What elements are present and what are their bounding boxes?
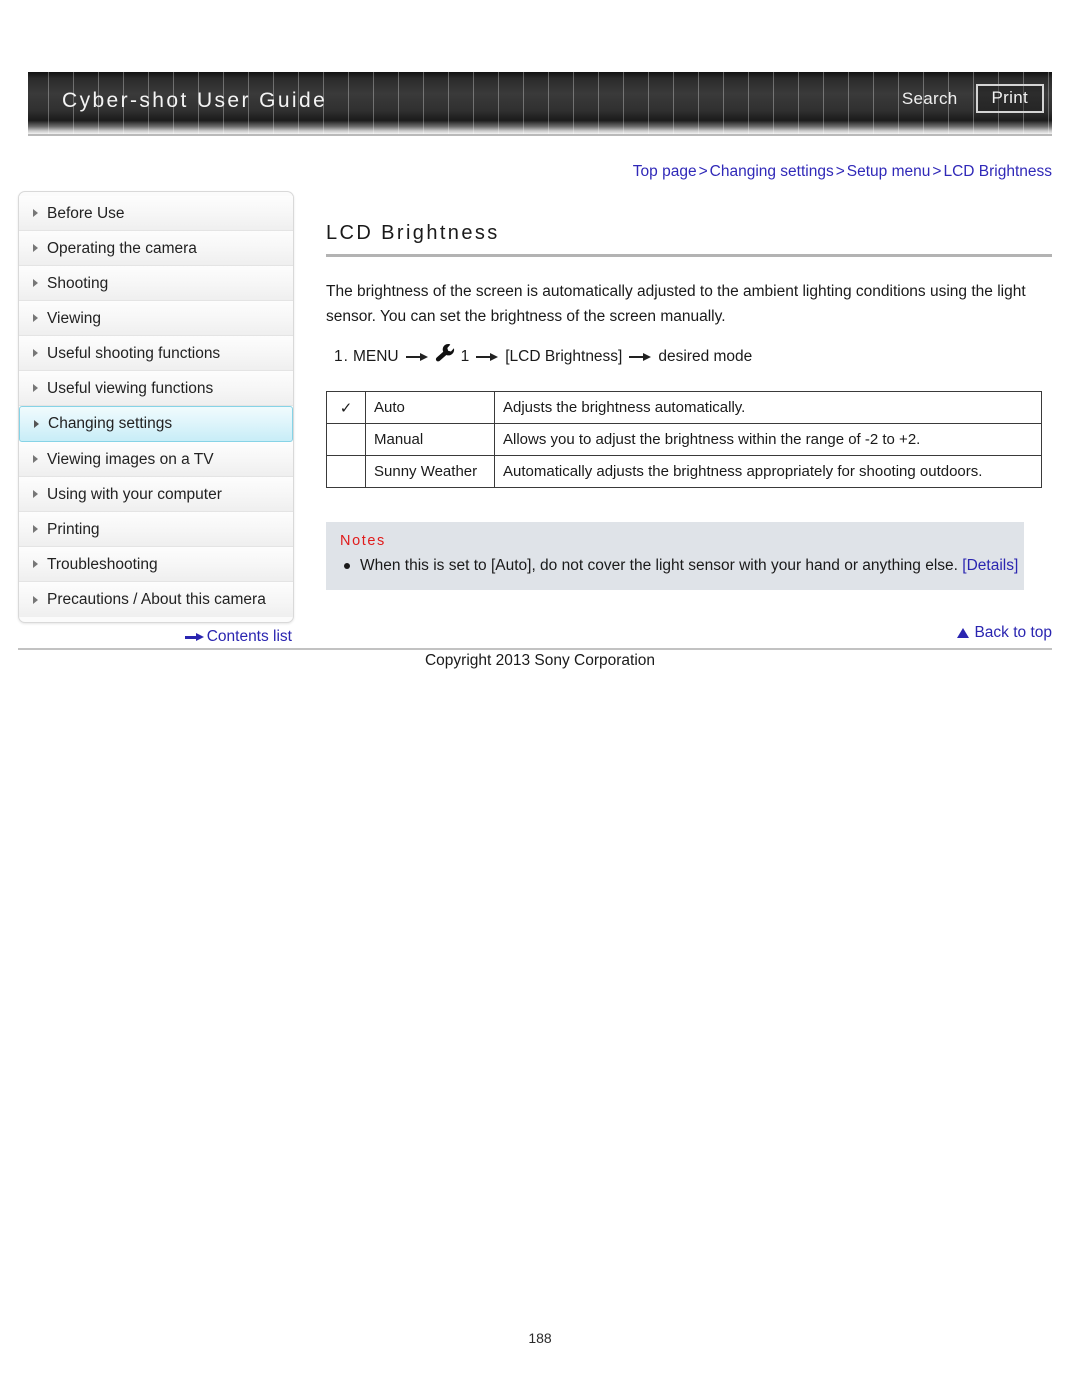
step-menu-label: MENU xyxy=(352,348,399,365)
triangle-right-icon xyxy=(33,349,38,357)
arrow-right-icon xyxy=(184,633,204,642)
header-actions: Search Print xyxy=(896,84,1044,113)
sidebar-item-using-with-your-computer[interactable]: Using with your computer xyxy=(19,477,293,512)
breadcrumb-item-lcd-brightness[interactable]: LCD Brightness xyxy=(943,163,1052,180)
sidebar-item-before-use[interactable]: Before Use xyxy=(19,196,293,231)
bullet-dot-icon xyxy=(344,563,350,569)
contents-list-link[interactable]: Contents list xyxy=(18,628,292,646)
header-divider xyxy=(28,134,1052,136)
step-menu-index: 1 xyxy=(460,348,470,365)
sidebar-item-label: Viewing xyxy=(47,310,102,327)
sidebar-nav: Before Use Operating the camera Shooting… xyxy=(18,191,294,623)
breadcrumb: Top page > Changing settings > Setup menu > LC… xyxy=(326,163,1052,181)
title-divider xyxy=(326,254,1052,257)
sidebar-item-useful-viewing-functions[interactable]: Useful viewing functions xyxy=(19,371,293,406)
sidebar-item-label: Viewing images on a TV xyxy=(47,451,214,468)
arrow-right-icon xyxy=(629,353,652,362)
sidebar-item-label: Useful viewing functions xyxy=(47,380,214,397)
site-title: Cyber-shot User Guide xyxy=(62,89,328,112)
sidebar-item-label: Precautions / About this camera xyxy=(47,591,266,608)
notes-item: When this is set to [Auto], do not cover… xyxy=(340,555,1018,577)
step-result: desired mode xyxy=(658,348,753,365)
sidebar-item-viewing-images-on-a-tv[interactable]: Viewing images on a TV xyxy=(19,442,293,477)
triangle-up-icon xyxy=(957,628,970,638)
breadcrumb-separator: > xyxy=(835,163,845,180)
arrow-right-icon xyxy=(405,353,428,362)
default-check-cell xyxy=(326,423,366,456)
mode-description: Adjusts the brightness automatically. xyxy=(494,391,1042,424)
triangle-right-icon xyxy=(33,560,38,568)
sidebar-item-label: Using with your computer xyxy=(47,486,222,503)
default-check-cell xyxy=(326,455,366,488)
table-row: Manual Allows you to adjust the brightne… xyxy=(326,423,1042,456)
step-setting-name: [LCD Brightness] xyxy=(505,348,623,365)
breadcrumb-item-top-page[interactable]: Top page xyxy=(633,163,697,180)
triangle-right-icon xyxy=(33,279,38,287)
sidebar-item-operating-the-camera[interactable]: Operating the camera xyxy=(19,231,293,266)
mode-name: Auto xyxy=(365,391,495,424)
breadcrumb-separator: > xyxy=(932,163,942,180)
notes-item-text: When this is set to [Auto], do not cover… xyxy=(360,557,958,574)
mode-description: Automatically adjusts the brightness app… xyxy=(494,455,1042,488)
triangle-right-icon xyxy=(33,525,38,533)
details-link[interactable]: [Details] xyxy=(962,557,1018,574)
sidebar-item-shooting[interactable]: Shooting xyxy=(19,266,293,301)
notes-title: Notes xyxy=(340,533,386,549)
contents-list-label: Contents list xyxy=(206,628,292,645)
sidebar-item-useful-shooting-functions[interactable]: Useful shooting functions xyxy=(19,336,293,371)
sidebar-item-label: Printing xyxy=(47,521,100,538)
triangle-right-icon xyxy=(33,384,38,392)
table-row: ✓ Auto Adjusts the brightness automatica… xyxy=(326,391,1042,424)
sidebar-item-label: Useful shooting functions xyxy=(47,345,221,362)
step-number: 1. xyxy=(334,348,349,365)
table-row: Sunny Weather Automatically adjusts the … xyxy=(326,455,1042,488)
back-to-top-link[interactable]: Back to top xyxy=(326,624,1052,642)
breadcrumb-separator: > xyxy=(698,163,708,180)
page-title: LCD Brightness xyxy=(326,222,500,244)
modes-table: ✓ Auto Adjusts the brightness automatica… xyxy=(326,391,1042,488)
default-check-icon: ✓ xyxy=(326,391,366,424)
sidebar-item-label: Before Use xyxy=(47,205,125,222)
page-number: 188 xyxy=(528,1330,552,1346)
triangle-right-icon xyxy=(33,595,38,604)
sidebar-item-precautions-about-this-camera[interactable]: Precautions / About this camera xyxy=(19,582,293,617)
sidebar-item-label: Changing settings xyxy=(48,415,173,432)
triangle-right-icon xyxy=(33,490,38,498)
sidebar-item-changing-settings[interactable]: Changing settings xyxy=(19,406,293,442)
sidebar-item-troubleshooting[interactable]: Troubleshooting xyxy=(19,547,293,582)
print-button[interactable]: Print xyxy=(975,84,1044,113)
sidebar-item-printing[interactable]: Printing xyxy=(19,512,293,547)
triangle-right-icon xyxy=(33,455,38,463)
breadcrumb-item-setup-menu[interactable]: Setup menu xyxy=(847,163,931,180)
main-content: LCD Brightness The brightness of the scr… xyxy=(326,222,1052,590)
copyright-text: Copyright 2013 Sony Corporation xyxy=(424,652,656,669)
sidebar-item-viewing[interactable]: Viewing xyxy=(19,301,293,336)
wrench-icon xyxy=(435,343,457,371)
mode-name: Sunny Weather xyxy=(365,455,495,488)
search-button[interactable]: Search xyxy=(896,87,964,111)
arrow-right-icon xyxy=(476,353,499,362)
mode-name: Manual xyxy=(365,423,495,456)
notes-box: Notes When this is set to [Auto], do not… xyxy=(326,522,1024,590)
sidebar-item-label: Shooting xyxy=(47,275,109,292)
sidebar-item-label: Operating the camera xyxy=(47,240,197,257)
sidebar-item-label: Troubleshooting xyxy=(47,556,158,573)
mode-description: Allows you to adjust the brightness with… xyxy=(494,423,1042,456)
triangle-right-icon xyxy=(33,244,38,252)
site-header: Cyber-shot User Guide Search Print xyxy=(28,72,1052,134)
triangle-right-icon xyxy=(34,420,39,428)
breadcrumb-item-changing-settings[interactable]: Changing settings xyxy=(710,163,834,180)
intro-paragraph: The brightness of the screen is automati… xyxy=(326,283,1026,325)
menu-path-step: 1. MENU 1 [LCD Brightness] desired mode xyxy=(326,343,1052,371)
back-to-top-label: Back to top xyxy=(974,624,1052,641)
triangle-right-icon xyxy=(33,209,38,217)
triangle-right-icon xyxy=(33,314,38,322)
